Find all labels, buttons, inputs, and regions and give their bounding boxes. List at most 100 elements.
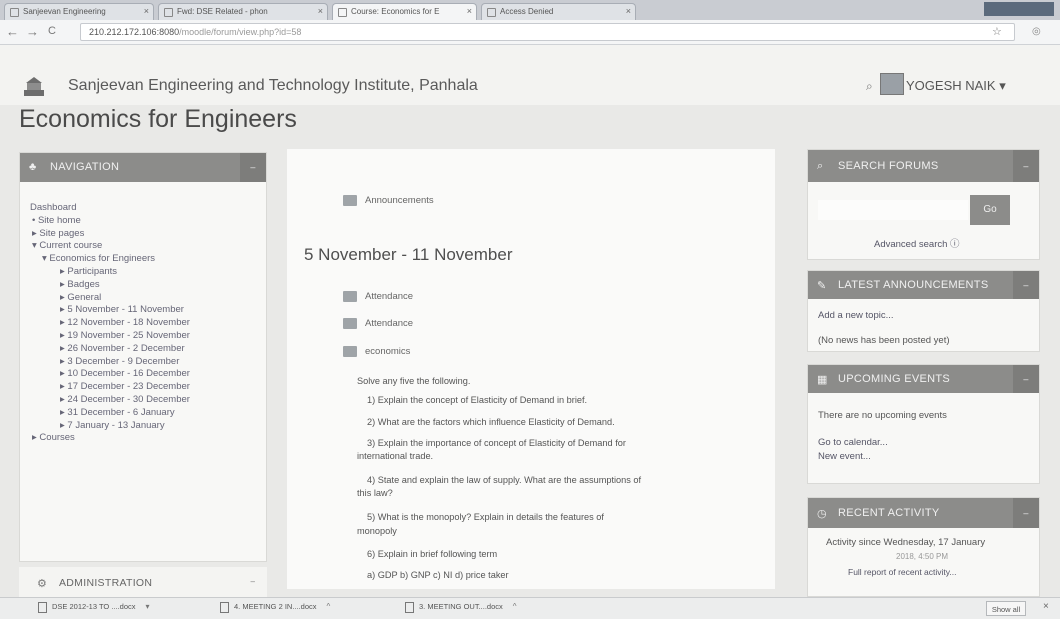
- browser-tab-3[interactable]: Course: Economics for E ×: [332, 3, 477, 20]
- download-filename: 3. MEETING OUT....docx: [419, 602, 503, 611]
- activity-label: Announcements: [365, 195, 434, 207]
- nav-item-week[interactable]: ▸ 5 November - 11 November: [30, 304, 190, 317]
- browser-tab-label: Sanjeevan Engineering: [23, 7, 106, 16]
- question-text: 6) Explain in brief following term: [367, 549, 498, 559]
- new-event-link[interactable]: New event...: [818, 451, 871, 462]
- navigation-block-header[interactable]: ♣ NAVIGATION –: [20, 153, 266, 182]
- window-controls[interactable]: [984, 2, 1054, 16]
- download-item[interactable]: DSE 2012-13 TO ....docx ▾: [38, 602, 150, 617]
- nav-item-week[interactable]: ▸ 26 November - 2 December: [30, 343, 190, 356]
- page-icon: [487, 8, 496, 17]
- downloads-bar: DSE 2012-13 TO ....docx ▾ 4. MEETING 2 IN…: [0, 597, 1060, 619]
- attendance-link[interactable]: Attendance: [343, 318, 413, 329]
- block-title: SEARCH FORUMS: [838, 160, 939, 172]
- nav-item-week[interactable]: ▸ 24 December - 30 December: [30, 394, 190, 407]
- administration-block[interactable]: ⚙ ADMINISTRATION –: [19, 567, 267, 597]
- avatar[interactable]: [880, 73, 904, 95]
- full-report-link[interactable]: Full report of recent activity...: [848, 567, 957, 577]
- chevron-down-icon[interactable]: ▾: [146, 602, 150, 611]
- show-all-button[interactable]: Show all: [986, 601, 1026, 616]
- activity-label: Attendance: [365, 318, 414, 330]
- bookmark-star-icon[interactable]: ☆: [992, 25, 1002, 38]
- site-name[interactable]: Sanjeevan Engineering and Technology Ins…: [68, 77, 478, 95]
- nav-item-dashboard[interactable]: Dashboard: [30, 202, 190, 215]
- nav-item-week[interactable]: ▸ 12 November - 18 November: [30, 317, 190, 330]
- assignment-icon: [343, 346, 357, 357]
- nav-item-week[interactable]: ▸ 3 December - 9 December: [30, 356, 190, 369]
- calendar-link[interactable]: Go to calendar...: [818, 437, 888, 448]
- navigation-tree: Dashboard • Site home ▸ Site pages ▾ Cur…: [30, 202, 190, 445]
- close-icon[interactable]: ×: [318, 6, 323, 16]
- nav-item-site-home[interactable]: • Site home: [30, 215, 190, 228]
- forward-icon[interactable]: →: [26, 24, 39, 39]
- add-topic-link[interactable]: Add a new topic...: [818, 310, 894, 321]
- upcoming-events-header[interactable]: ▦ UPCOMING EVENTS –: [808, 365, 1039, 393]
- extension-icon[interactable]: ◎: [1032, 26, 1041, 37]
- forum-icon: [343, 195, 357, 206]
- back-icon[interactable]: ←: [6, 24, 19, 39]
- nav-item-week[interactable]: ▸ 7 January - 13 January: [30, 420, 190, 433]
- collapse-icon[interactable]: –: [240, 153, 266, 182]
- clock-icon: ◷: [817, 508, 827, 520]
- search-icon[interactable]: ⌕: [866, 79, 873, 94]
- collapse-icon[interactable]: –: [1013, 271, 1039, 299]
- reload-icon[interactable]: C: [48, 25, 56, 37]
- nav-item-week[interactable]: ▸ 10 December - 16 December: [30, 368, 190, 381]
- nav-item-general[interactable]: ▸ General: [30, 292, 190, 305]
- user-name: YOGESH NAIK: [906, 78, 996, 93]
- mail-icon: [164, 8, 173, 17]
- browser-tab-4[interactable]: Access Denied ×: [481, 3, 636, 20]
- nav-item-participants[interactable]: ▸ Participants: [30, 266, 190, 279]
- block-title: NAVIGATION: [50, 161, 120, 173]
- institute-logo-icon[interactable]: [22, 76, 46, 98]
- page-icon: [10, 8, 19, 17]
- collapse-icon[interactable]: –: [1013, 498, 1039, 528]
- url-path: /moodle/forum/view.php?id=58: [179, 27, 302, 37]
- attendance-link[interactable]: Attendance: [343, 291, 413, 302]
- download-item[interactable]: 3. MEETING OUT....docx ^: [405, 602, 517, 617]
- page-title: Economics for Engineers: [19, 105, 297, 133]
- user-menu[interactable]: YOGESH NAIK ▾: [906, 78, 1006, 94]
- nav-item-badges[interactable]: ▸ Badges: [30, 279, 190, 292]
- close-icon[interactable]: ×: [467, 6, 472, 16]
- close-icon[interactable]: ×: [144, 6, 149, 16]
- browser-tab-1[interactable]: Sanjeevan Engineering ×: [4, 3, 154, 20]
- search-icon: ⌕: [817, 160, 824, 172]
- activity-since-time: 2018, 4:50 PM: [896, 552, 949, 561]
- upcoming-events-block: ▦ UPCOMING EVENTS – There are no upcomin…: [807, 364, 1040, 484]
- activity-label: Attendance: [365, 291, 414, 303]
- document-icon: [220, 602, 229, 613]
- no-news-text: (No news has been posted yet): [818, 335, 950, 346]
- close-icon[interactable]: ×: [1043, 601, 1049, 612]
- recent-activity-header[interactable]: ◷ RECENT ACTIVITY –: [808, 498, 1039, 528]
- collapse-icon[interactable]: –: [1013, 150, 1039, 182]
- url-input[interactable]: 210.212.172.106:8080/moodle/forum/view.p…: [80, 23, 1015, 41]
- nav-item-courses[interactable]: ▸ Courses: [30, 432, 190, 445]
- block-title: RECENT ACTIVITY: [838, 507, 940, 519]
- nav-item-week[interactable]: ▸ 31 December - 6 January: [30, 407, 190, 420]
- go-button[interactable]: Go: [970, 195, 1010, 225]
- search-forums-header[interactable]: ⌕ SEARCH FORUMS –: [808, 150, 1039, 182]
- question-text: 4) State and explain the law of supply. …: [367, 475, 642, 485]
- navigation-block: ♣ NAVIGATION – Dashboard • Site home ▸ S…: [19, 152, 267, 562]
- nav-item-week[interactable]: ▸ 19 November - 25 November: [30, 330, 190, 343]
- nav-item-week[interactable]: ▸ 17 December - 23 December: [30, 381, 190, 394]
- close-icon[interactable]: ×: [626, 6, 631, 16]
- search-forums-input[interactable]: [818, 200, 968, 220]
- download-item[interactable]: 4. MEETING 2 IN....docx ^: [220, 602, 330, 617]
- economics-link[interactable]: economics: [343, 346, 410, 357]
- latest-announcements-block: ✎ LATEST ANNOUNCEMENTS – Add a new topic…: [807, 270, 1040, 352]
- browser-tab-2[interactable]: Fwd: DSE Related - phon ×: [158, 3, 328, 20]
- collapse-icon[interactable]: –: [1013, 365, 1039, 393]
- announcements-link[interactable]: Announcements: [343, 195, 434, 206]
- chevron-up-icon[interactable]: ^: [513, 602, 517, 611]
- block-title: UPCOMING EVENTS: [838, 373, 951, 385]
- collapse-icon[interactable]: –: [251, 577, 255, 586]
- question-text: a) GDP b) GNP c) NI d) price taker: [367, 570, 509, 580]
- latest-announcements-header[interactable]: ✎ LATEST ANNOUNCEMENTS –: [808, 271, 1039, 299]
- nav-item-site-pages[interactable]: ▸ Site pages: [30, 228, 190, 241]
- nav-item-current-course[interactable]: ▾ Current course: [30, 240, 190, 253]
- chevron-up-icon[interactable]: ^: [327, 602, 331, 611]
- nav-item-course[interactable]: ▾ Economics for Engineers: [30, 253, 190, 266]
- advanced-search-link[interactable]: Advanced search ⓘ: [874, 236, 960, 250]
